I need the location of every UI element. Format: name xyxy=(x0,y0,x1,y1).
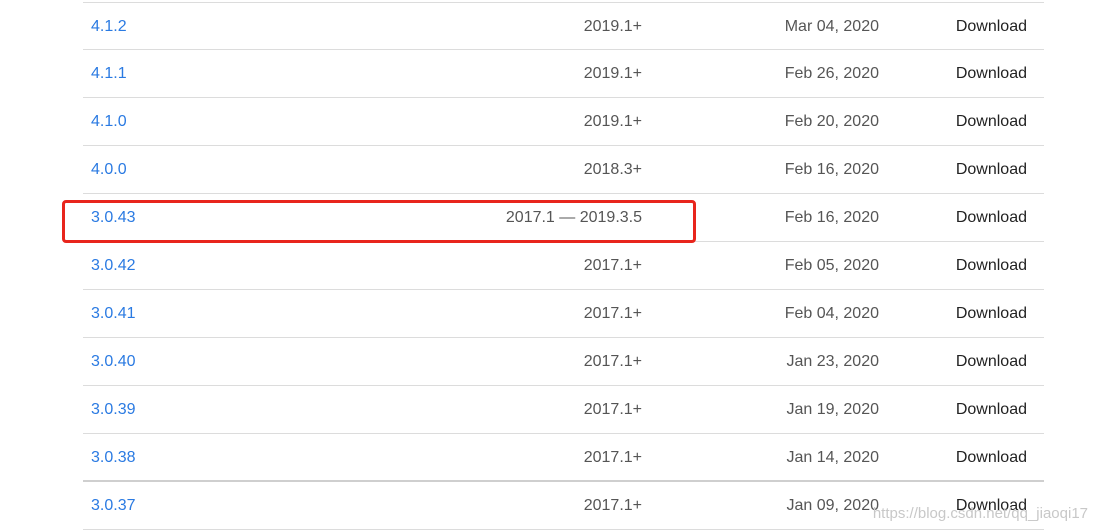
version-link[interactable]: 4.1.1 xyxy=(91,64,127,84)
table-row: 3.0.43 2017.1 — 2019.3.5 Feb 16, 2020 Do… xyxy=(83,194,1044,242)
download-link[interactable]: Download xyxy=(956,400,1027,420)
release-date: Feb 16, 2020 xyxy=(784,209,879,226)
release-date: Feb 05, 2020 xyxy=(784,257,879,274)
table-row: 4.1.2 2019.1+ Mar 04, 2020 Download xyxy=(83,2,1044,50)
version-link[interactable]: 3.0.38 xyxy=(91,448,135,468)
release-date: Feb 20, 2020 xyxy=(784,113,879,130)
table-row: 4.0.0 2018.3+ Feb 16, 2020 Download xyxy=(83,146,1044,194)
download-link[interactable]: Download xyxy=(956,17,1027,37)
release-date: Feb 16, 2020 xyxy=(784,161,879,178)
download-link[interactable]: Download xyxy=(956,256,1027,276)
compatibility-range: 2017.1+ xyxy=(583,497,642,514)
compatibility-range: 2019.1+ xyxy=(583,18,642,35)
download-link[interactable]: Download xyxy=(956,352,1027,372)
compatibility-range: 2017.1+ xyxy=(583,305,642,322)
version-link[interactable]: 3.0.37 xyxy=(91,496,135,516)
release-table: 4.1.2 2019.1+ Mar 04, 2020 Download 4.1.… xyxy=(83,2,1044,530)
watermark-text: https://blog.csdn.net/qq_jiaoqi17 xyxy=(872,505,1088,522)
table-row: 3.0.38 2017.1+ Jan 14, 2020 Download xyxy=(83,434,1044,482)
version-link[interactable]: 3.0.39 xyxy=(91,400,135,420)
version-link[interactable]: 4.1.2 xyxy=(91,17,127,37)
download-link[interactable]: Download xyxy=(956,64,1027,84)
release-date: Feb 04, 2020 xyxy=(784,305,879,322)
release-date: Mar 04, 2020 xyxy=(784,18,879,35)
table-row: 3.0.40 2017.1+ Jan 23, 2020 Download xyxy=(83,338,1044,386)
release-versions-page: 4.1.2 2019.1+ Mar 04, 2020 Download 4.1.… xyxy=(0,0,1098,530)
download-link[interactable]: Download xyxy=(956,448,1027,468)
release-date: Jan 14, 2020 xyxy=(786,449,879,466)
release-date: Jan 09, 2020 xyxy=(786,497,879,514)
table-row: 3.0.41 2017.1+ Feb 04, 2020 Download xyxy=(83,290,1044,338)
version-link[interactable]: 4.1.0 xyxy=(91,112,127,132)
version-link[interactable]: 3.0.42 xyxy=(91,256,135,276)
release-date: Jan 23, 2020 xyxy=(786,353,879,370)
download-link[interactable]: Download xyxy=(956,160,1027,180)
compatibility-range: 2019.1+ xyxy=(583,113,642,130)
compatibility-range: 2019.1+ xyxy=(583,65,642,82)
table-row: 3.0.39 2017.1+ Jan 19, 2020 Download xyxy=(83,386,1044,434)
compatibility-range: 2017.1 — 2019.3.5 xyxy=(505,209,642,226)
release-date: Jan 19, 2020 xyxy=(786,401,879,418)
download-link[interactable]: Download xyxy=(956,304,1027,324)
compatibility-range: 2017.1+ xyxy=(583,449,642,466)
table-row: 3.0.42 2017.1+ Feb 05, 2020 Download xyxy=(83,242,1044,290)
compatibility-range: 2017.1+ xyxy=(583,353,642,370)
compatibility-range: 2018.3+ xyxy=(583,161,642,178)
compatibility-range: 2017.1+ xyxy=(583,257,642,274)
version-link[interactable]: 3.0.40 xyxy=(91,352,135,372)
version-link[interactable]: 3.0.43 xyxy=(91,208,135,228)
table-row: 4.1.0 2019.1+ Feb 20, 2020 Download xyxy=(83,98,1044,146)
release-date: Feb 26, 2020 xyxy=(784,65,879,82)
version-link[interactable]: 3.0.41 xyxy=(91,304,135,324)
version-link[interactable]: 4.0.0 xyxy=(91,160,127,180)
table-row: 4.1.1 2019.1+ Feb 26, 2020 Download xyxy=(83,50,1044,98)
download-link[interactable]: Download xyxy=(956,112,1027,132)
download-link[interactable]: Download xyxy=(956,208,1027,228)
compatibility-range: 2017.1+ xyxy=(583,401,642,418)
